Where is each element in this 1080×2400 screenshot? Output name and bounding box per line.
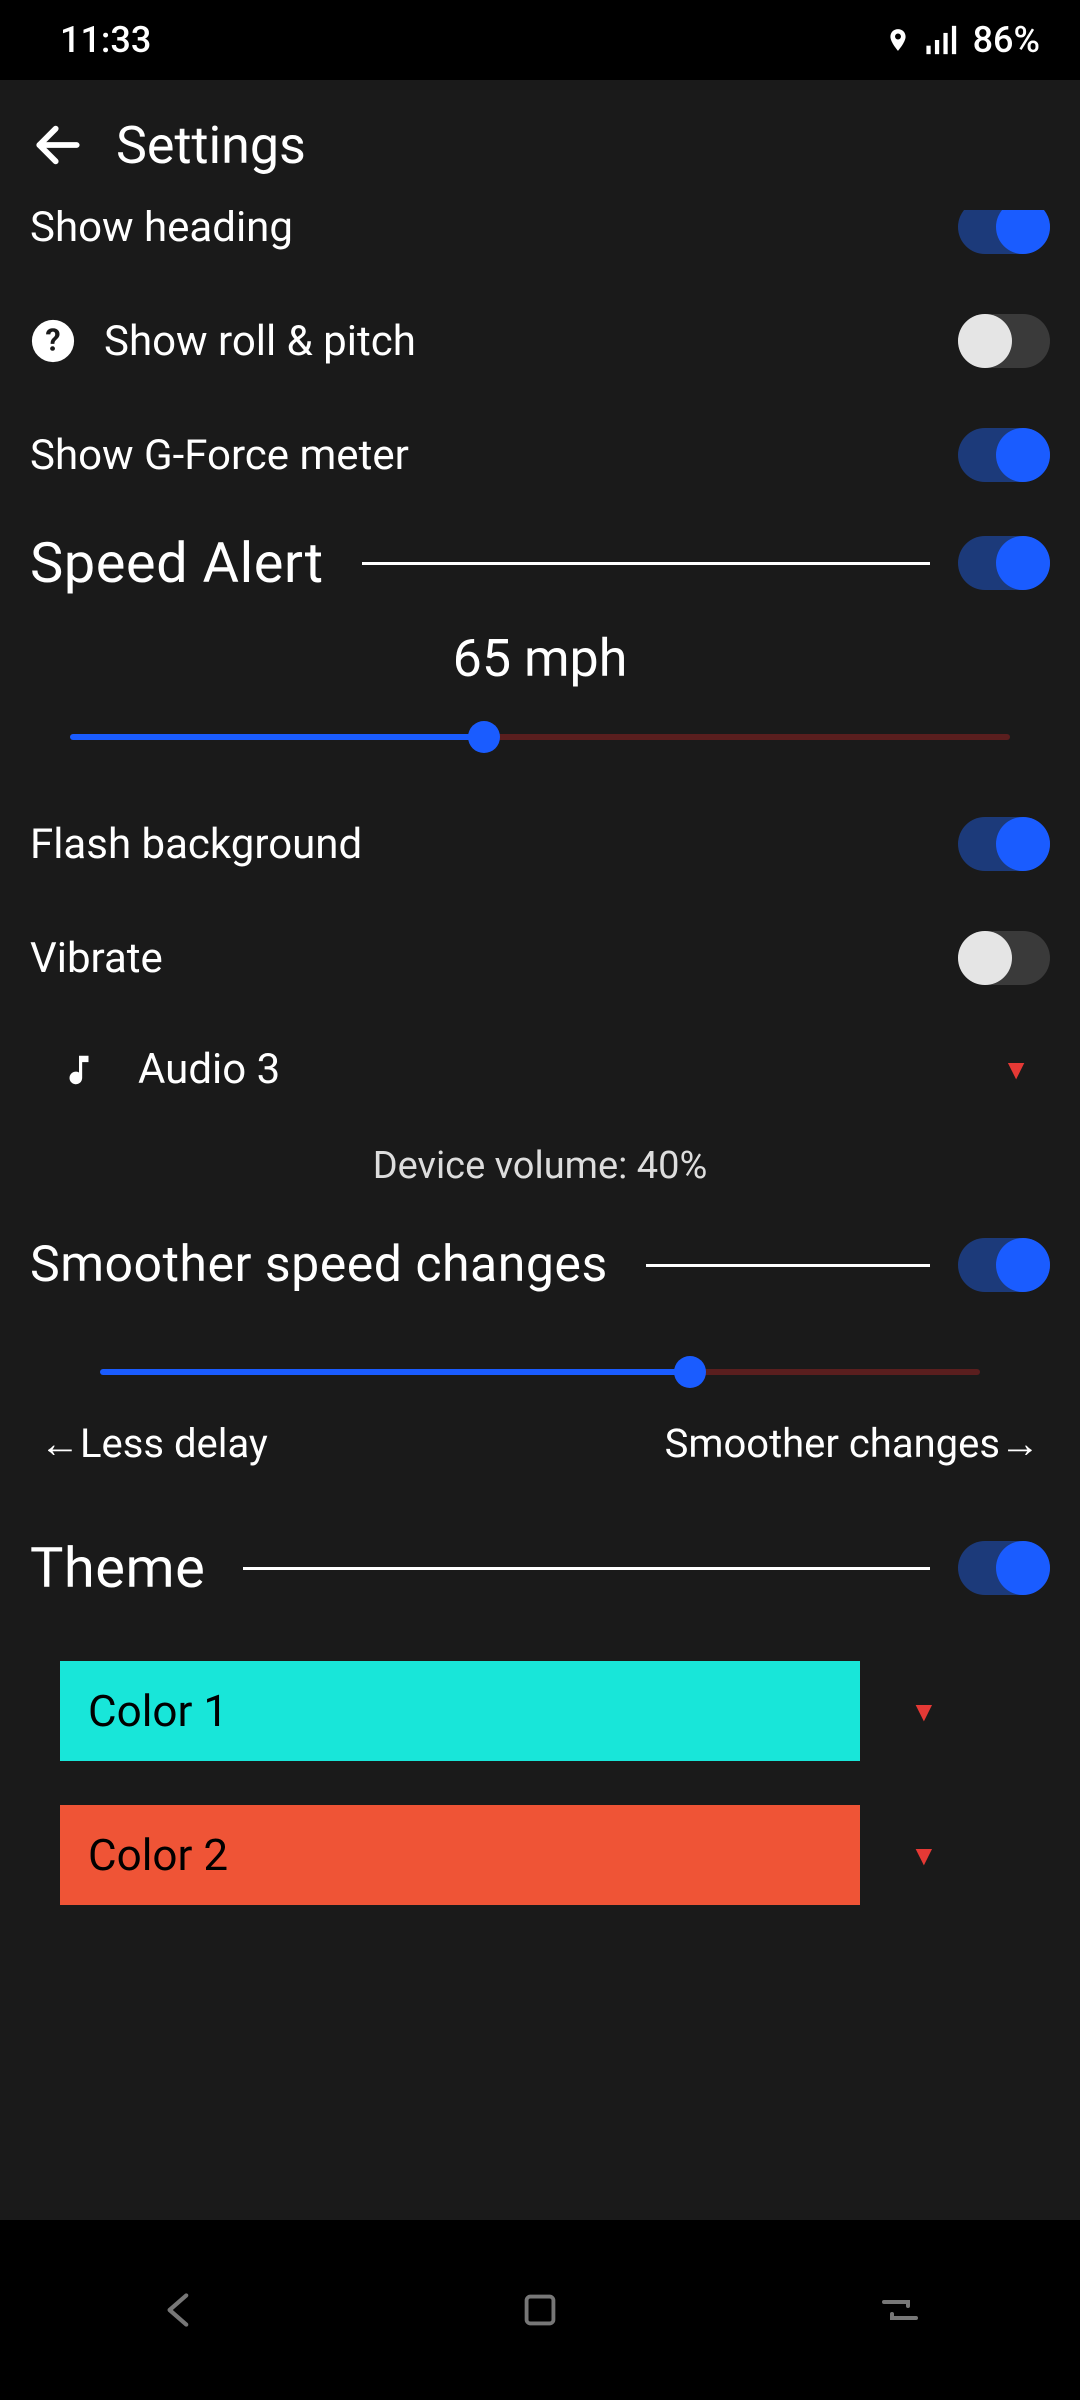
smoother-changes-label: Smoother changes→ [665,1420,1040,1467]
toggle-theme[interactable] [958,1541,1050,1595]
row-vibrate: Vibrate [0,901,1080,1015]
less-delay-label: ←Less delay [40,1420,268,1467]
speed-alert-value: 65 mph [0,614,1080,717]
smoother-title: Smoother speed changes [30,1236,608,1294]
toggle-speed-alert[interactable] [958,536,1050,590]
smoother-slider[interactable] [100,1352,980,1392]
toggle-smoother[interactable] [958,1238,1050,1292]
color-1-label: Color 1 [88,1685,228,1737]
back-icon[interactable] [30,117,86,173]
section-speed-alert: Speed Alert [0,512,1080,614]
vibrate-label: Vibrate [30,934,163,983]
speed-alert-title: Speed Alert [30,530,324,596]
show-heading-label: Show heading [30,210,293,252]
status-bar: 11:33 86% [0,0,1080,80]
row-show-gforce: Show G-Force meter [0,398,1080,512]
divider [362,562,930,565]
audio-label: Audio 3 [138,1045,280,1094]
svg-text:?: ? [45,324,60,359]
section-smoother: Smoother speed changes [0,1218,1080,1312]
chevron-down-icon: ▼ [910,1695,938,1728]
signal-icon [925,25,959,55]
flash-background-label: Flash background [30,820,362,869]
nav-recents-button[interactable] [870,2280,930,2340]
color-1-swatch[interactable]: Color 1 [60,1661,860,1761]
device-volume-text: Device volume: 40% [0,1124,1080,1218]
chevron-down-icon: ▼ [910,1839,938,1872]
show-gforce-label: Show G-Force meter [30,431,409,480]
battery-text: 86% [973,19,1040,61]
status-right: 86% [885,19,1040,61]
toggle-show-gforce[interactable] [958,428,1050,482]
speed-alert-slider[interactable] [70,717,1010,757]
color-2-swatch[interactable]: Color 2 [60,1805,860,1905]
music-note-icon [60,1047,98,1093]
help-icon[interactable]: ? [30,318,76,364]
divider [243,1567,930,1570]
show-roll-pitch-label: Show roll & pitch [104,317,416,366]
row-color-1[interactable]: Color 1 ▼ [0,1649,1080,1773]
chevron-down-icon: ▼ [1002,1053,1030,1086]
row-show-heading: Show heading [0,210,1080,284]
toggle-vibrate[interactable] [958,931,1050,985]
row-show-roll-pitch: ? Show roll & pitch [0,284,1080,398]
nav-home-button[interactable] [510,2280,570,2340]
nav-back-button[interactable] [150,2280,210,2340]
location-icon [885,23,911,57]
toggle-show-roll-pitch[interactable] [958,314,1050,368]
color-2-label: Color 2 [88,1829,228,1881]
app-bar: Settings [0,80,1080,210]
status-time: 11:33 [60,19,151,61]
toggle-flash-background[interactable] [958,817,1050,871]
row-color-2[interactable]: Color 2 ▼ [0,1793,1080,1917]
toggle-show-heading[interactable] [958,210,1050,254]
smoother-labels: ←Less delay Smoother changes→ [0,1392,1080,1487]
row-flash-background: Flash background [0,787,1080,901]
divider [646,1264,930,1267]
section-theme: Theme [0,1517,1080,1619]
settings-content[interactable]: Show heading ? Show roll & pitch Show G-… [0,210,1080,2220]
theme-title: Theme [30,1535,205,1601]
page-title: Settings [116,115,306,176]
system-nav-bar [0,2220,1080,2400]
row-audio[interactable]: Audio 3 ▼ [0,1015,1080,1124]
